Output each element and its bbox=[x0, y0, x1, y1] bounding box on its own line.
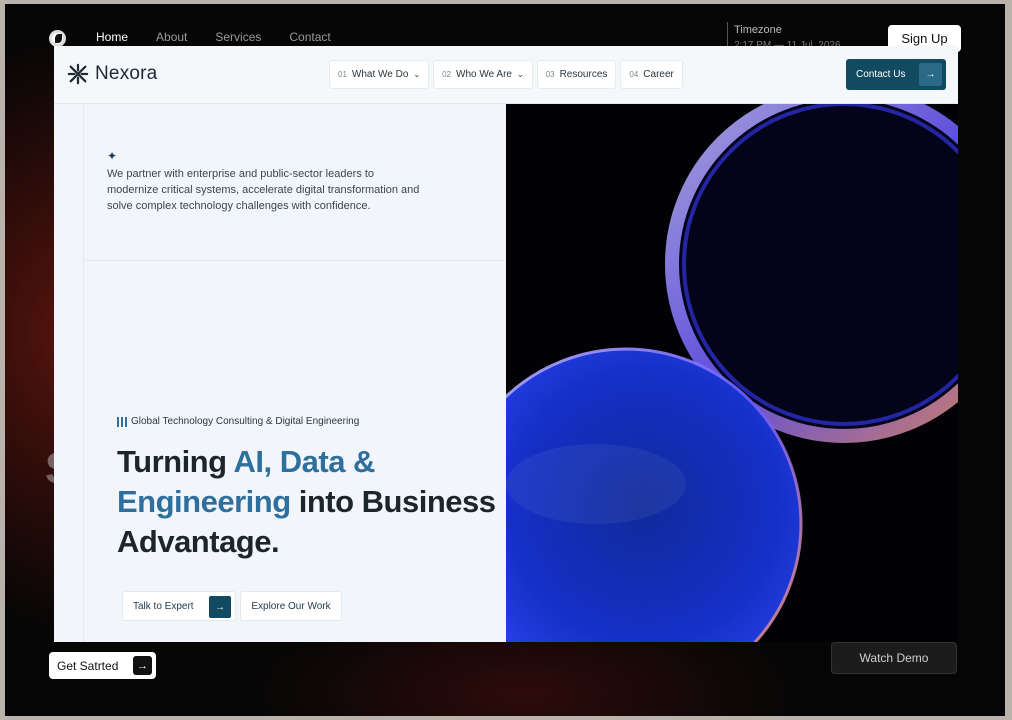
menu-item-resources[interactable]: 03 Resources bbox=[536, 60, 617, 89]
bars-icon bbox=[117, 416, 127, 427]
menu-item-who-we-are[interactable]: 02 Who We Are ⌄ bbox=[433, 60, 533, 89]
main-menu: 01 What We Do ⌄ 02 Who We Are ⌄ 03 Resou… bbox=[329, 60, 687, 89]
menu-item-career[interactable]: 04 Career bbox=[620, 60, 683, 89]
menu-number: 03 bbox=[545, 70, 555, 79]
site-header: Nexora 01 What We Do ⌄ 02 Who We Are ⌄ 0… bbox=[54, 46, 958, 104]
divider bbox=[83, 260, 506, 261]
menu-label: Career bbox=[643, 69, 674, 80]
talk-to-expert-button[interactable]: Talk to Expert → bbox=[122, 591, 236, 621]
menu-item-what-we-do[interactable]: 01 What We Do ⌄ bbox=[329, 60, 430, 89]
watch-demo-button[interactable]: Watch Demo bbox=[831, 642, 957, 674]
arrow-right-icon: → bbox=[133, 656, 152, 675]
get-started-label: Get Satrted bbox=[57, 658, 119, 673]
bg-nav-home[interactable]: Home bbox=[96, 30, 128, 44]
site-preview: Nexora 01 What We Do ⌄ 02 Who We Are ⌄ 0… bbox=[54, 46, 958, 642]
menu-number: 01 bbox=[338, 70, 347, 79]
arrow-right-icon: → bbox=[209, 596, 231, 618]
bg-nav: Home About Services Contact bbox=[96, 30, 359, 44]
brand-name: Nexora bbox=[95, 63, 158, 84]
sparkle-icon: ✦ bbox=[107, 149, 118, 163]
brand[interactable]: Nexora bbox=[67, 63, 157, 85]
talk-to-expert-label: Talk to Expert bbox=[133, 600, 194, 612]
eyebrow-text: Global Technology Consulting & Digital E… bbox=[131, 416, 360, 427]
eyebrow: Global Technology Consulting & Digital E… bbox=[117, 416, 359, 427]
bg-logo-icon[interactable] bbox=[49, 30, 66, 47]
hero-text-panel: ✦ We partner with enterprise and public-… bbox=[54, 104, 506, 642]
bg-nav-contact[interactable]: Contact bbox=[289, 30, 330, 44]
explore-our-work-button[interactable]: Explore Our Work bbox=[240, 591, 342, 621]
chevron-down-icon: ⌄ bbox=[413, 70, 421, 79]
glass-spheres-graphic bbox=[449, 85, 958, 642]
background-page: Home About Services Contact Timezone 2:1… bbox=[5, 4, 1005, 716]
bg-nav-about[interactable]: About bbox=[156, 30, 187, 44]
arrow-right-icon: → bbox=[919, 63, 942, 86]
menu-label: Who We Are bbox=[456, 69, 512, 80]
headline-part1: Turning bbox=[117, 444, 234, 479]
timezone-label: Timezone bbox=[734, 24, 782, 36]
get-started-button[interactable]: Get Satrted → bbox=[49, 652, 156, 679]
chevron-down-icon: ⌄ bbox=[516, 70, 524, 79]
hero-headline: Turning AI, Data & Engineering into Busi… bbox=[117, 442, 497, 562]
menu-label: Resources bbox=[559, 69, 608, 80]
intro-text: We partner with enterprise and public-se… bbox=[107, 168, 420, 212]
hero-image bbox=[449, 85, 958, 642]
menu-label: What We Do bbox=[351, 69, 409, 80]
nexora-logo-icon bbox=[67, 63, 89, 85]
bg-nav-services[interactable]: Services bbox=[215, 30, 261, 44]
contact-us-label: Contact Us bbox=[856, 69, 906, 80]
menu-number: 02 bbox=[442, 70, 452, 79]
contact-us-button[interactable]: Contact Us → bbox=[846, 59, 946, 90]
screen-frame: Home About Services Contact Timezone 2:1… bbox=[0, 0, 1012, 720]
divider bbox=[83, 104, 84, 642]
menu-number: 04 bbox=[629, 70, 639, 79]
